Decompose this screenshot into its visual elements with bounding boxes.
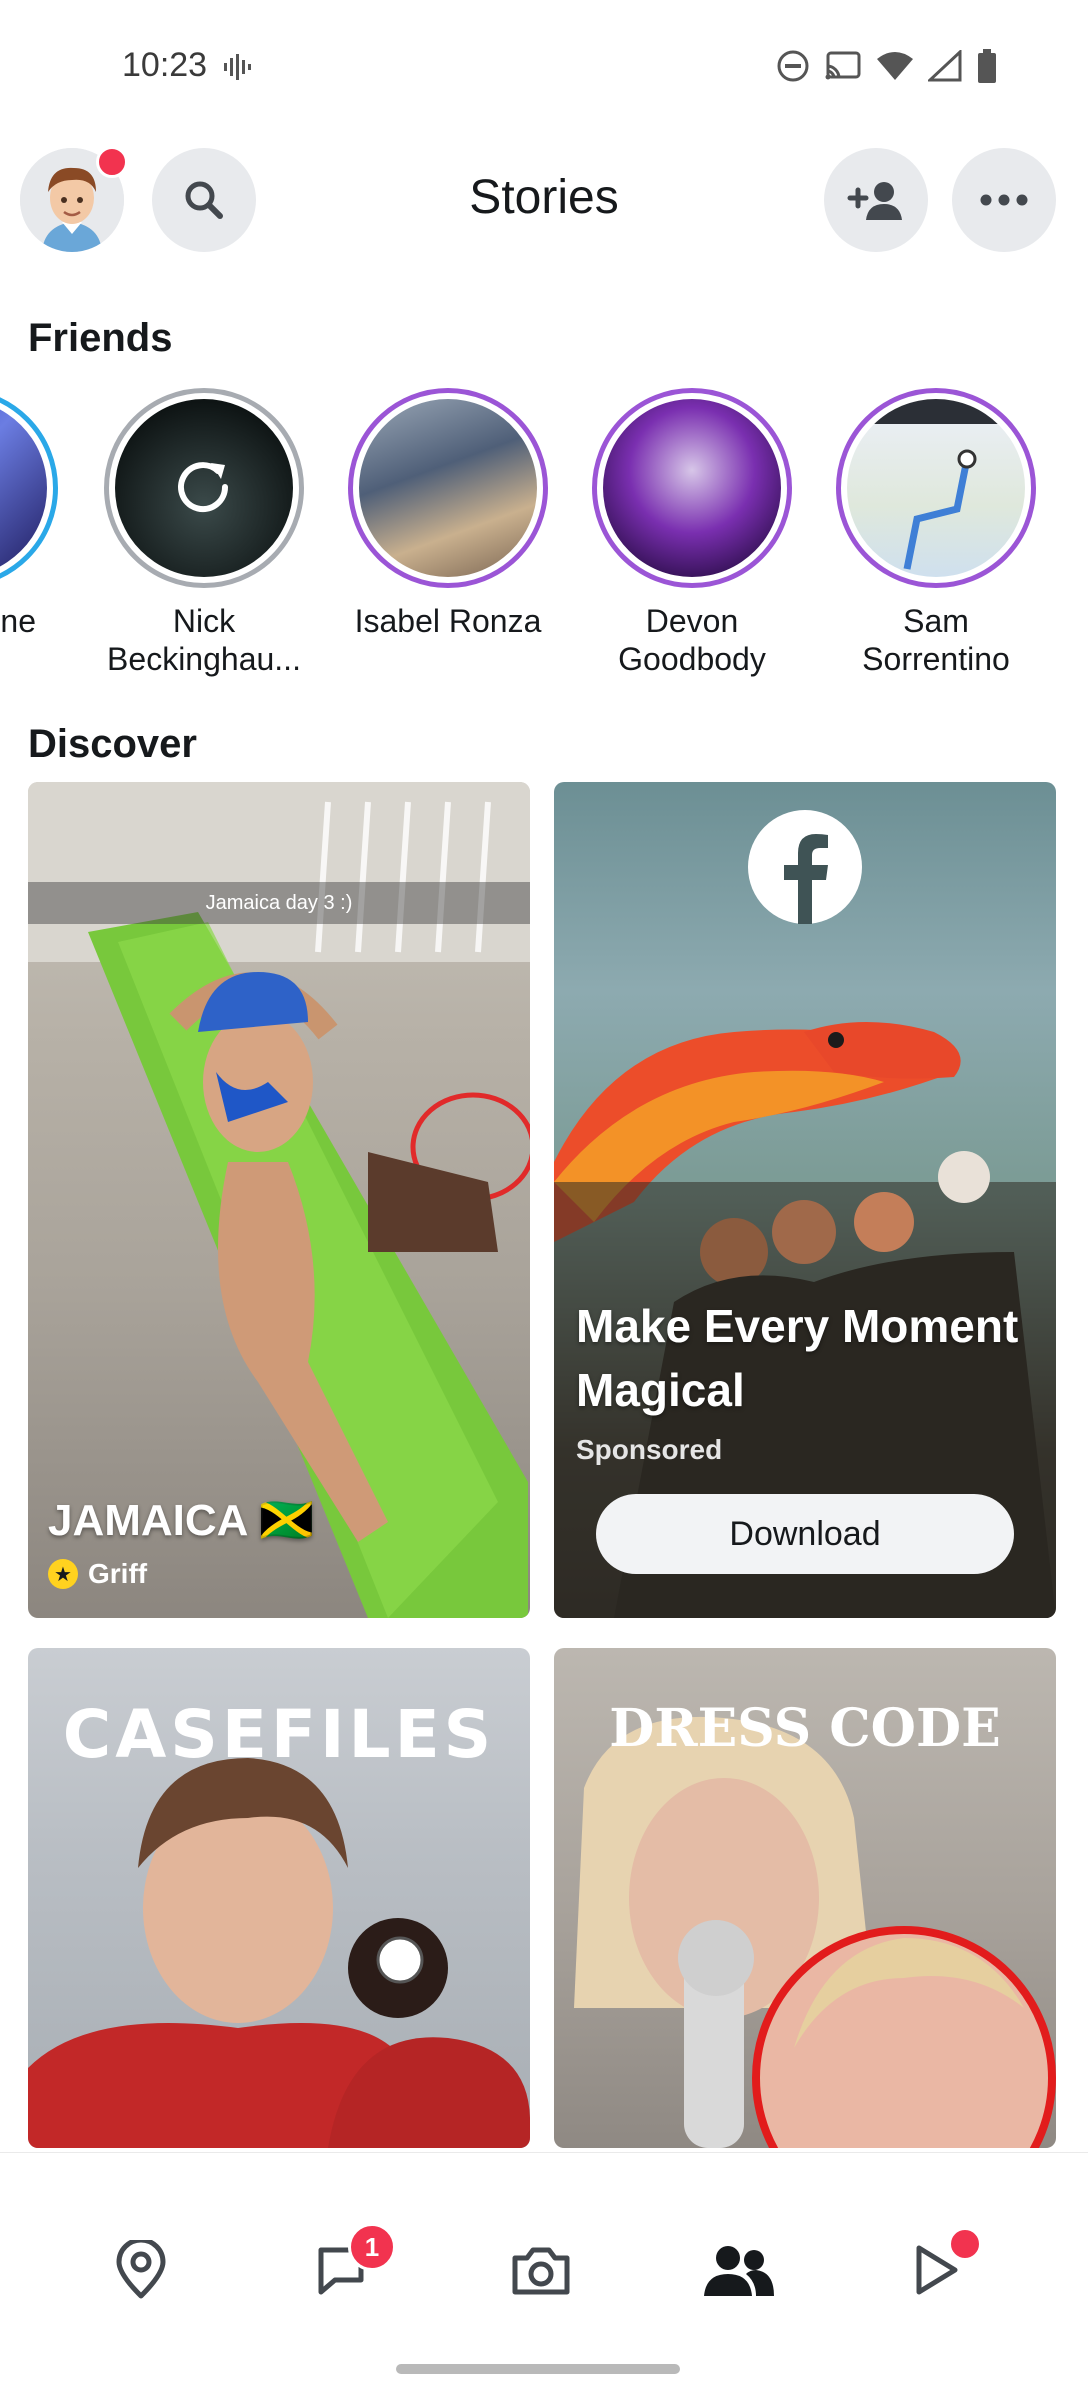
nav-camera-button[interactable] <box>496 2225 586 2315</box>
nav-map-button[interactable] <box>96 2225 186 2315</box>
card-publisher: ★ Griff <box>48 1558 147 1590</box>
friend-name: Sam <box>903 603 969 639</box>
friend-name: ne <box>0 603 36 639</box>
friends-section-title: Friends <box>28 316 173 360</box>
chat-unread-badge: 1 <box>348 2223 396 2271</box>
home-indicator[interactable] <box>396 2364 680 2374</box>
status-icons <box>776 48 998 89</box>
more-button[interactable] <box>952 148 1056 252</box>
download-button[interactable]: Download <box>596 1494 1014 1574</box>
card-title: JAMAICA 🇯🇲 <box>48 1496 314 1545</box>
map-route-icon <box>903 449 977 570</box>
friend-name: Devon <box>645 603 739 639</box>
spotlight-notification-dot <box>948 2227 982 2261</box>
nav-spotlight-button[interactable] <box>890 2225 982 2315</box>
card-title: Make Every Moment Magical <box>576 1300 1019 1416</box>
more-icon <box>980 194 1028 206</box>
friend-story[interactable]: Nick Beckinghau... <box>94 380 314 678</box>
friend-story[interactable]: Isabel Ronza <box>338 380 558 640</box>
star-icon: ★ <box>48 1559 78 1589</box>
friend-story[interactable]: Sam Sorrentino <box>826 380 1046 678</box>
cast-icon <box>824 50 862 87</box>
story-caption: Jamaica day 3 :) <box>28 882 530 924</box>
map-pin-icon <box>116 2240 166 2299</box>
friend-name: Nick <box>172 603 236 639</box>
wifi-icon <box>876 50 914 87</box>
add-friend-button[interactable] <box>824 148 928 252</box>
add-friend-icon <box>847 182 902 220</box>
friend-name: Isabel Ronza <box>354 603 542 639</box>
replay-icon <box>178 462 229 513</box>
friends-stories-row[interactable]: ne Nick Beckinghau... Isabel Ronza Devon… <box>0 380 1088 700</box>
header: Stories <box>0 140 1088 260</box>
friend-story[interactable]: ne <box>0 380 68 640</box>
voicemail-icon <box>222 52 256 87</box>
discover-card[interactable]: CASEFILES <box>28 1648 530 2148</box>
do-not-disturb-icon <box>776 49 810 88</box>
discover-card[interactable]: Jamaica day 3 :) JAMAICA 🇯🇲 ★ Griff <box>28 782 530 1618</box>
facebook-logo-icon <box>748 810 862 924</box>
friend-name: Goodbody <box>618 641 766 677</box>
sponsored-label: Sponsored <box>576 1434 723 1465</box>
discover-section-title: Discover <box>28 722 197 766</box>
battery-icon <box>976 48 998 89</box>
status-bar: 10:23 <box>0 0 1088 130</box>
status-time: 10:23 <box>122 46 208 84</box>
friends-icon <box>704 2246 774 2296</box>
nav-chat-button[interactable]: 1 <box>296 2223 396 2315</box>
nav-stories-button[interactable] <box>694 2225 784 2315</box>
publisher-name: Griff <box>88 1558 148 1589</box>
signal-icon <box>926 48 962 87</box>
friend-name: Beckinghau... <box>107 641 301 677</box>
friend-name: Sorrentino <box>862 641 1010 677</box>
show-title: DRESS CODE <box>609 1698 1001 1759</box>
camera-icon <box>512 2247 570 2295</box>
sponsored-card[interactable]: Make Every Moment Magical Sponsored Down… <box>554 782 1056 1618</box>
friend-story[interactable]: Devon Goodbody <box>582 380 802 678</box>
discover-card[interactable]: DRESS CODE <box>554 1648 1056 2148</box>
show-title: CASEFILES <box>62 1696 496 1773</box>
